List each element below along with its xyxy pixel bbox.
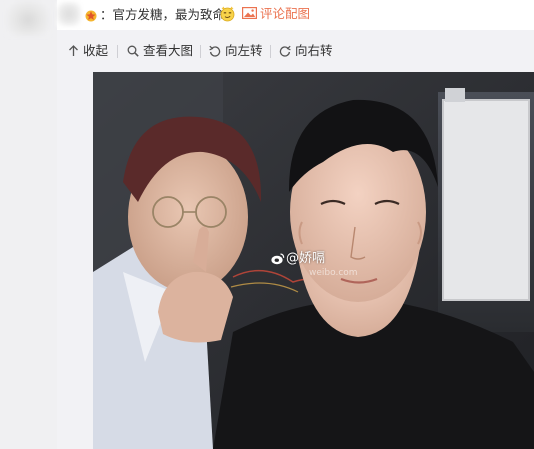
toolbar-divider (117, 45, 118, 58)
magnifier-icon (127, 45, 139, 57)
collapse-button[interactable]: 收起 (68, 43, 108, 59)
rotate-right-label: 向右转 (295, 43, 333, 58)
comment-pic-link[interactable]: 评论配图 (242, 5, 310, 23)
media-toolbar: 收起 查看大图 向左转 向右转 (57, 30, 534, 66)
left-sidebar (0, 0, 57, 449)
rotate-left-label: 向左转 (225, 43, 263, 58)
rotate-right-button[interactable]: 向右转 (279, 43, 333, 59)
toolbar-divider (270, 45, 271, 58)
rotate-left-icon (209, 45, 221, 57)
picture-icon (242, 7, 257, 19)
post-text: ：官方发糖，最为致命 (100, 7, 226, 22)
rotate-right-icon (279, 45, 291, 57)
comment-pic-label: 评论配图 (260, 6, 311, 21)
gold-badge-icon (85, 10, 97, 22)
post-header: ：官方发糖，最为致命 评论配图 (57, 0, 534, 30)
expanded-media-panel: 收起 查看大图 向左转 向右转 @娇嗝 weibo.com (57, 30, 534, 449)
weibo-logo-icon (271, 253, 285, 265)
toolbar-divider (200, 45, 201, 58)
rotate-left-button[interactable]: 向左转 (209, 43, 263, 59)
view-large-label: 查看大图 (143, 43, 194, 58)
post-photo[interactable]: @娇嗝 weibo.com (93, 72, 534, 449)
avatar[interactable] (6, 0, 50, 36)
view-large-button[interactable]: 查看大图 (127, 43, 193, 59)
photo-watermark: @娇嗝 (286, 251, 326, 266)
collapse-arrow-icon (69, 45, 78, 56)
photo-watermark-url: weibo.com (309, 268, 358, 278)
collapse-label: 收起 (83, 43, 109, 58)
smirk-emoji-icon (220, 6, 235, 22)
username-blurred[interactable] (57, 2, 81, 26)
